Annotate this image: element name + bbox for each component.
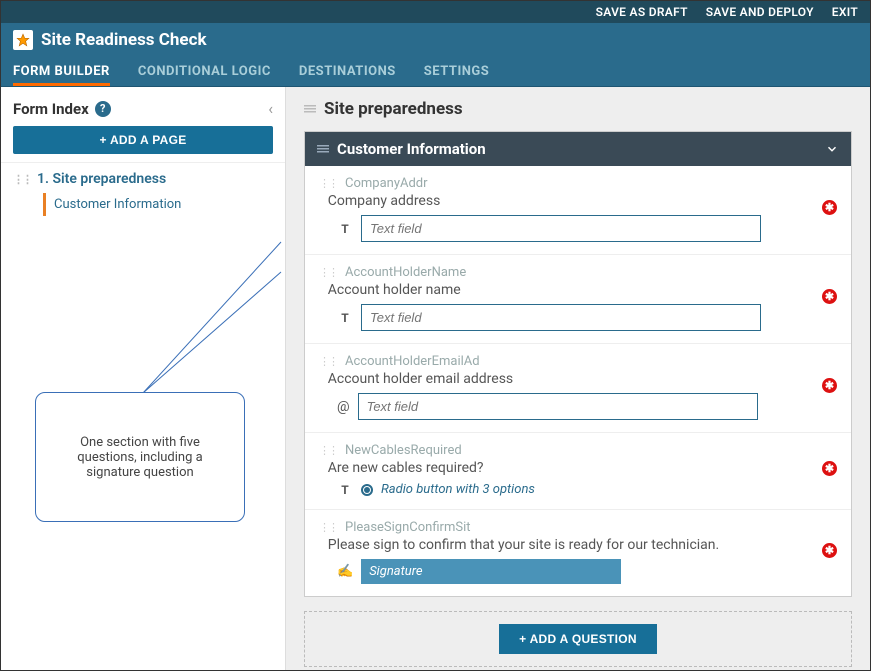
email-field-input[interactable]	[358, 393, 758, 420]
text-type-icon: T	[337, 311, 353, 325]
question-label: Company address	[328, 193, 441, 209]
sidebar-section-customer-information[interactable]: Customer Information	[43, 193, 273, 216]
drag-handle-icon[interactable]	[319, 462, 320, 475]
form-index-heading: Form Index ?	[13, 100, 111, 118]
save-and-deploy-link[interactable]: SAVE AND DEPLOY	[706, 5, 814, 19]
section-customer-information: Customer Information ⋮⋮ CompanyAddr Compa…	[304, 131, 852, 597]
tab-conditional-logic[interactable]: CONDITIONAL LOGIC	[138, 64, 271, 86]
required-badge-icon[interactable]: ✱	[822, 289, 837, 304]
question-label: Please sign to confirm that your site is…	[328, 537, 719, 553]
required-badge-icon[interactable]: ✱	[822, 200, 837, 215]
question-id: PleaseSignConfirmSit	[345, 520, 471, 535]
text-type-icon: T	[337, 483, 353, 497]
add-page-button[interactable]: + ADD A PAGE	[13, 126, 273, 154]
required-badge-icon[interactable]: ✱	[822, 378, 837, 393]
required-badge-icon[interactable]: ✱	[822, 543, 837, 558]
section-header[interactable]: Customer Information	[305, 132, 851, 166]
help-icon[interactable]: ?	[95, 101, 111, 117]
email-type-icon: @	[337, 399, 350, 415]
tab-settings[interactable]: SETTINGS	[424, 64, 490, 86]
drag-handle-icon[interactable]	[317, 143, 329, 155]
drag-handle-icon[interactable]	[304, 103, 316, 115]
question-account-holder-name[interactable]: ⋮⋮AccountHolderName Account holder name …	[305, 255, 851, 344]
drag-handle-icon[interactable]	[319, 284, 320, 297]
radio-hint: Radio button with 3 options	[381, 482, 535, 497]
drag-handle-icon[interactable]	[319, 195, 320, 208]
save-as-draft-link[interactable]: SAVE AS DRAFT	[596, 5, 688, 19]
section-title: Customer Information	[337, 140, 486, 158]
collapse-sidebar-icon[interactable]: ‹	[268, 99, 273, 118]
question-label: Account holder email address	[328, 371, 513, 387]
required-badge-icon[interactable]: ✱	[822, 461, 837, 476]
sidebar: Form Index ? ‹ + ADD A PAGE ⋮⋮ 1. Site p…	[1, 87, 286, 670]
form-title: Site Readiness Check	[41, 30, 207, 50]
question-signature-confirm[interactable]: ⋮⋮ PleaseSignConfirmSit Please sign to co…	[305, 510, 851, 596]
question-label: Are new cables required?	[328, 460, 484, 476]
drag-handle-icon[interactable]: ⋮⋮	[319, 177, 337, 190]
signature-field[interactable]: Signature	[361, 559, 621, 584]
drag-handle-icon[interactable]: ⋮⋮	[13, 173, 31, 186]
chevron-down-icon[interactable]	[825, 142, 839, 156]
top-action-bar: SAVE AS DRAFT SAVE AND DEPLOY EXIT	[1, 1, 870, 23]
title-bar: Site Readiness Check	[1, 23, 870, 57]
add-question-zone: + ADD A QUESTION	[304, 611, 852, 667]
text-field-input[interactable]	[361, 304, 761, 331]
question-account-holder-email[interactable]: ⋮⋮ AccountHolderEmailAd Account holder em…	[305, 344, 851, 433]
radio-icon	[361, 484, 373, 496]
question-id: AccountHolderEmailAd	[345, 354, 480, 369]
drag-handle-icon[interactable]: ⋮⋮	[319, 355, 337, 368]
question-id: NewCablesRequired	[345, 443, 462, 458]
annotation-callout: One section with five questions, includi…	[35, 392, 245, 522]
form-star-icon	[13, 30, 33, 50]
drag-handle-icon[interactable]	[319, 539, 320, 552]
text-type-icon: T	[337, 222, 353, 236]
question-label: Account holder name	[328, 282, 461, 298]
drag-handle-icon[interactable]: ⋮⋮	[319, 521, 337, 534]
drag-handle-icon[interactable]	[319, 373, 320, 386]
tab-bar: FORM BUILDER CONDITIONAL LOGIC DESTINATI…	[1, 57, 870, 87]
question-new-cables-required[interactable]: ⋮⋮ NewCablesRequired Are new cables requi…	[305, 433, 851, 510]
text-field-input[interactable]	[361, 215, 761, 242]
main-panel: Site preparedness Customer Information	[286, 87, 870, 670]
page-title: Site preparedness	[324, 99, 463, 119]
tab-form-builder[interactable]: FORM BUILDER	[13, 64, 110, 86]
question-id: CompanyAddr	[345, 176, 428, 191]
tab-destinations[interactable]: DESTINATIONS	[299, 64, 396, 86]
sidebar-page-site-preparedness[interactable]: ⋮⋮ 1. Site preparedness	[13, 171, 273, 187]
question-id: AccountHolderName	[345, 265, 466, 280]
add-question-button[interactable]: + ADD A QUESTION	[499, 624, 657, 654]
drag-handle-icon[interactable]: ⋮⋮	[319, 266, 337, 279]
signature-type-icon: ✍	[337, 564, 353, 579]
drag-handle-icon[interactable]: ⋮⋮	[319, 444, 337, 457]
question-company-addr[interactable]: ⋮⋮ CompanyAddr Company address T ✱	[305, 166, 851, 255]
exit-link[interactable]: EXIT	[832, 5, 858, 19]
